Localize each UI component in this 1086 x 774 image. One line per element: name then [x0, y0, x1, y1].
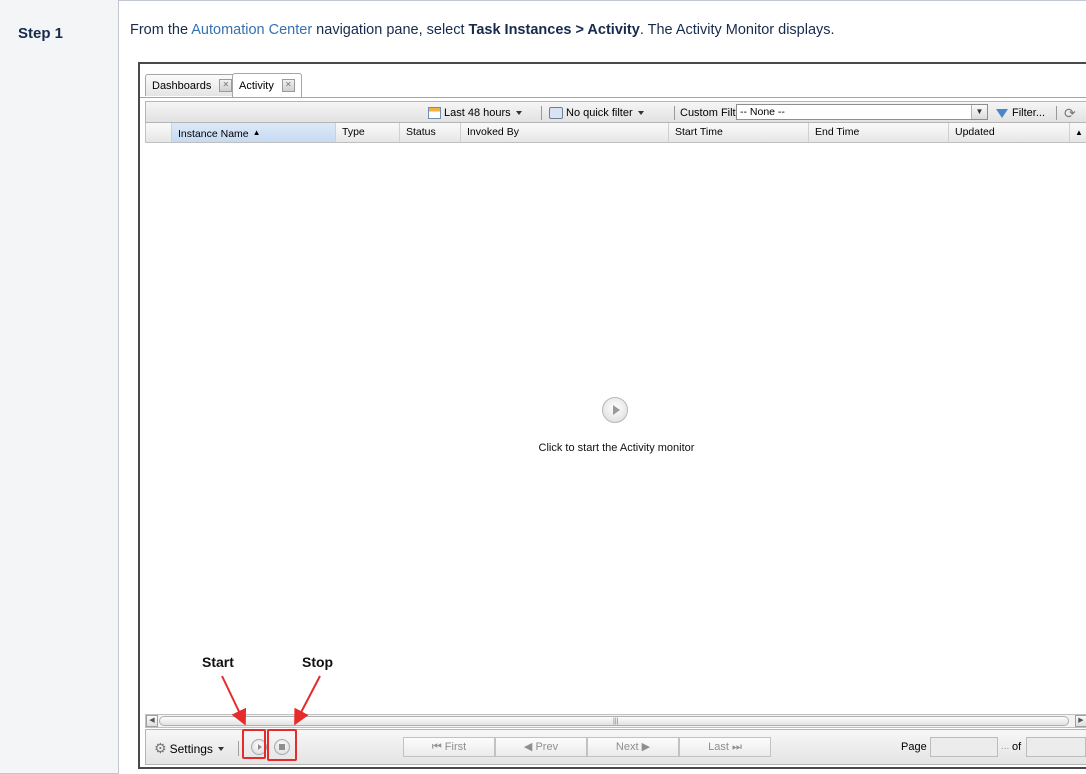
next-icon: ▶: [641, 741, 651, 753]
last-page-icon: ⏭: [731, 741, 742, 753]
sort-ascending-icon: ▲: [252, 128, 261, 137]
first-page-button[interactable]: ⏮ First: [403, 737, 495, 757]
time-range-label: Last 48 hours: [444, 107, 511, 119]
last-label: Last: [708, 741, 729, 753]
last-page-button[interactable]: Last ⏭: [679, 737, 771, 757]
column-header-instance-name[interactable]: Instance Name ▲: [172, 123, 336, 142]
step-label: Step 1: [18, 25, 64, 42]
filter-button-label: Filter...: [1012, 107, 1046, 119]
gear-icon: ⚙: [154, 740, 167, 756]
chevron-down-icon: [217, 746, 224, 751]
table-border: [0, 0, 1086, 1]
prev-icon: ◀: [523, 741, 533, 753]
step-instruction: From the Automation Center navigation pa…: [130, 22, 835, 38]
page-label: Page: [901, 741, 927, 753]
start-annotation-label: Start: [202, 654, 234, 670]
next-page-button[interactable]: Next ▶: [587, 737, 679, 757]
funnel-icon: [996, 108, 1008, 118]
toolbar-divider: [1056, 106, 1057, 120]
refresh-button[interactable]: ⟳: [1064, 105, 1076, 121]
quick-filter-label: No quick filter: [566, 107, 633, 119]
page-total-field: [1026, 737, 1086, 757]
scroll-up-icon[interactable]: ▲: [1070, 123, 1086, 142]
step-cell: Step 1: [0, 0, 119, 774]
automation-center-link[interactable]: Automation Center: [191, 22, 312, 38]
prev-label: Prev: [535, 741, 559, 753]
first-page-icon: ⏮: [431, 741, 442, 753]
custom-filter-select[interactable]: -- None --: [736, 104, 988, 120]
instruction-table: Step 1 From the Automation Center naviga…: [0, 0, 1086, 774]
scroll-left-icon[interactable]: ◀: [146, 715, 158, 727]
tab-dashboards-label: Dashboards: [152, 79, 212, 92]
toolbar-divider: [238, 741, 239, 756]
settings-menu-button[interactable]: ⚙ Settings: [154, 740, 224, 757]
settings-label: Settings: [169, 741, 213, 756]
time-range-dropdown[interactable]: Last 48 hours: [428, 105, 522, 121]
start-highlight-box: [242, 729, 266, 759]
column-header-select: [146, 123, 172, 142]
scrollbar-thumb[interactable]: |||: [159, 716, 1069, 726]
calendar-icon: [428, 107, 441, 119]
prev-page-button[interactable]: ◀ Prev: [495, 737, 587, 757]
empty-message: Click to start the Activity monitor: [538, 442, 695, 454]
column-header-type[interactable]: Type: [336, 123, 400, 142]
instruction-text-1: From the: [130, 22, 192, 38]
toolbar-divider: [674, 106, 675, 120]
column-header-updated[interactable]: Updated: [949, 123, 1070, 142]
activity-toolbar: Last 48 hours No quick filter Custom Fil…: [145, 101, 1086, 123]
column-header-label: Type: [342, 126, 365, 138]
instruction-text-2: navigation pane, select: [312, 22, 469, 38]
column-header-label: Updated: [955, 126, 995, 138]
close-icon[interactable]: ✕: [281, 79, 295, 92]
column-header-label: Start Time: [675, 126, 723, 138]
page-ellipsis: ...: [1001, 741, 1010, 752]
chevron-down-icon: [637, 111, 644, 115]
chevron-down-icon: [515, 111, 522, 115]
first-label: First: [444, 741, 467, 753]
filter-button[interactable]: Filter...: [996, 105, 1045, 121]
grid-header: Instance Name ▲ Type Status Invoked By St…: [145, 123, 1086, 143]
toolbar-divider: [541, 106, 542, 120]
close-icon[interactable]: ✕: [219, 79, 233, 92]
binoculars-icon: [549, 107, 563, 119]
activity-monitor-screenshot: Dashboards ✕ Activity ✕ Last 48 hours No…: [138, 62, 1086, 769]
column-header-label: Instance Name: [178, 128, 249, 140]
instruction-menu-path: Task Instances > Activity: [468, 22, 640, 38]
custom-filter-value: -- None --: [740, 106, 785, 118]
column-header-label: Invoked By: [467, 126, 519, 138]
chevron-down-icon[interactable]: ▼: [971, 105, 987, 119]
tab-activity[interactable]: Activity ✕: [232, 73, 302, 97]
quick-filter-dropdown[interactable]: No quick filter: [549, 105, 644, 121]
column-header-start-time[interactable]: Start Time: [669, 123, 809, 142]
column-header-status[interactable]: Status: [400, 123, 461, 142]
next-label: Next: [615, 741, 639, 753]
grid-body: Click to start the Activity monitor: [145, 143, 1086, 713]
tab-dashboards[interactable]: Dashboards ✕: [145, 74, 240, 96]
tab-activity-label: Activity: [239, 79, 274, 92]
page-number-input[interactable]: [930, 737, 998, 757]
tab-divider: [140, 97, 1086, 98]
grip-icon: |||: [613, 718, 619, 725]
instruction-text-3: . The Activity Monitor displays.: [639, 22, 835, 38]
column-header-invoked-by[interactable]: Invoked By: [461, 123, 669, 142]
start-monitor-icon[interactable]: [602, 397, 628, 423]
horizontal-scrollbar[interactable]: ◀ ||| ▶: [145, 714, 1086, 728]
refresh-icon: ⟳: [1064, 104, 1076, 121]
column-header-label: Status: [406, 126, 436, 138]
tab-bar: Dashboards ✕ Activity ✕: [140, 64, 1086, 99]
column-header-end-time[interactable]: End Time: [809, 123, 949, 142]
stop-highlight-box: [267, 729, 297, 761]
stop-annotation-label: Stop: [302, 654, 334, 670]
page-of-label: of: [1012, 741, 1022, 753]
column-header-label: End Time: [815, 126, 860, 138]
scroll-right-icon[interactable]: ▶: [1075, 715, 1086, 727]
